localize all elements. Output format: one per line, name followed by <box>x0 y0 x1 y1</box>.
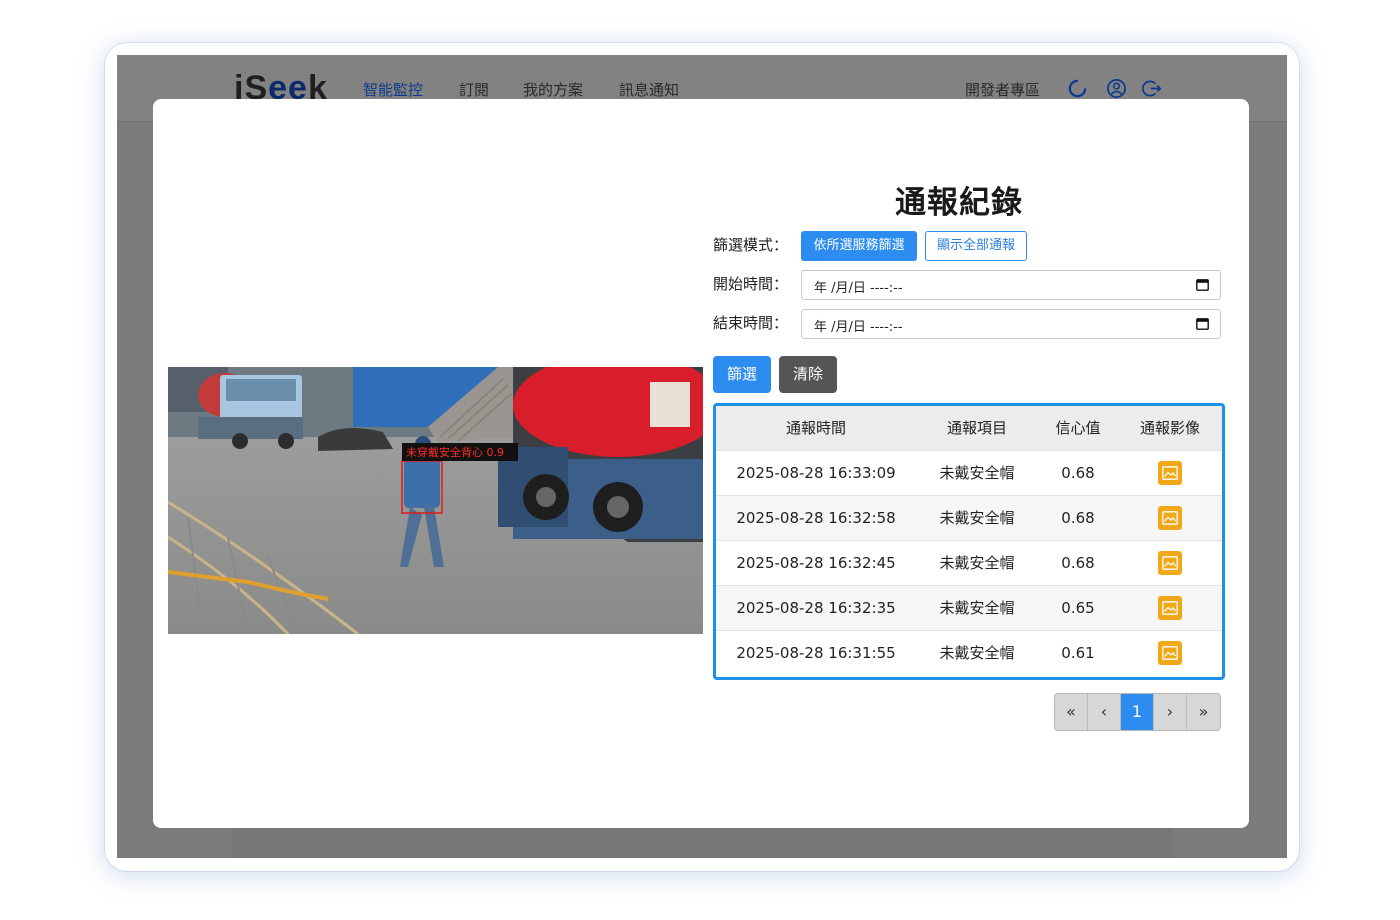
confidence-cell: 0.61 <box>1061 643 1095 662</box>
confidence-cell: 0.68 <box>1061 508 1095 527</box>
table-row: 2025-08-28 16:32:35 未戴安全帽 0.65 <box>716 585 1222 630</box>
user-circle-icon[interactable] <box>1106 78 1127 99</box>
image-icon[interactable] <box>1158 595 1182 620</box>
prev-page-button[interactable]: ‹ <box>1088 694 1121 730</box>
page-1-button[interactable]: 1 <box>1121 694 1154 730</box>
start-time-value: 年 /月/日 ----:-- <box>814 281 903 296</box>
confidence-cell: 0.65 <box>1061 598 1095 617</box>
table-row: 2025-08-28 16:33:09 未戴安全帽 0.68 <box>716 450 1222 495</box>
filter-mode-label: 篩選模式： <box>713 236 789 254</box>
report-table: 通報時間 通報項目 信心值 通報影像 2025-08-28 16:33:09 未… <box>713 403 1225 680</box>
calendar-icon[interactable] <box>1196 278 1209 291</box>
loading-ring-icon[interactable] <box>1067 78 1088 99</box>
image-icon[interactable] <box>1158 640 1182 665</box>
report-log-modal: 未穿戴安全背心 0.9 通報紀錄 篩選模式： 依所選服務篩選 顯示全部通報 開始… <box>153 99 1249 828</box>
report-item-cell: 未戴安全帽 <box>939 554 1015 572</box>
image-icon[interactable] <box>1158 460 1182 485</box>
modal-title: 通報紀錄 <box>895 185 1023 221</box>
detection-label: 未穿戴安全背心 0.9 <box>406 445 504 459</box>
image-icon[interactable] <box>1158 505 1182 530</box>
snapshot-image[interactable]: 未穿戴安全背心 0.9 <box>168 367 703 634</box>
next-page-button[interactable]: › <box>1154 694 1187 730</box>
report-time-cell: 2025-08-28 16:32:45 <box>736 553 896 572</box>
clear-button[interactable]: 清除 <box>779 356 837 393</box>
report-item-cell: 未戴安全帽 <box>939 464 1015 482</box>
confidence-cell: 0.68 <box>1061 463 1095 482</box>
report-time-cell: 2025-08-28 16:33:09 <box>736 463 896 482</box>
table-row: 2025-08-28 16:32:45 未戴安全帽 0.68 <box>716 540 1222 585</box>
table-row: 2025-08-28 16:32:58 未戴安全帽 0.68 <box>716 495 1222 540</box>
calendar-icon[interactable] <box>1196 317 1209 330</box>
header-report-image: 通報影像 <box>1139 419 1200 438</box>
nav-item-notifications[interactable]: 訊息通知 <box>619 79 679 100</box>
confidence-cell: 0.68 <box>1061 553 1095 572</box>
nav-item-my-plan[interactable]: 我的方案 <box>523 79 583 100</box>
logout-icon[interactable] <box>1142 78 1163 99</box>
report-time-cell: 2025-08-28 16:32:35 <box>736 598 896 617</box>
header-report-time: 通報時間 <box>785 419 846 438</box>
start-time-input[interactable]: 年 /月/日 ----:-- <box>801 270 1221 300</box>
pagination: « ‹ 1 › » <box>1054 693 1221 731</box>
show-all-reports-button[interactable]: 顯示全部通報 <box>925 231 1027 261</box>
report-item-cell: 未戴安全帽 <box>939 599 1015 617</box>
end-time-label: 結束時間： <box>713 314 789 332</box>
end-time-input[interactable]: 年 /月/日 ----:-- <box>801 309 1221 339</box>
start-time-label: 開始時間： <box>713 275 789 293</box>
end-time-value: 年 /月/日 ----:-- <box>814 320 903 335</box>
first-page-button[interactable]: « <box>1055 694 1088 730</box>
developer-zone-link[interactable]: 開發者專區 <box>965 79 1040 100</box>
image-icon[interactable] <box>1158 550 1182 575</box>
report-time-cell: 2025-08-28 16:32:58 <box>736 508 896 527</box>
nav-item-subscribe[interactable]: 訂閱 <box>459 79 489 100</box>
filter-button[interactable]: 篩選 <box>713 356 771 393</box>
table-header-row: 通報時間 通報項目 信心值 通報影像 <box>716 406 1222 450</box>
report-item-cell: 未戴安全帽 <box>939 509 1015 527</box>
filter-by-service-button[interactable]: 依所選服務篩選 <box>801 231 917 261</box>
header-confidence: 信心值 <box>1055 419 1101 438</box>
report-time-cell: 2025-08-28 16:31:55 <box>736 643 896 662</box>
table-row: 2025-08-28 16:31:55 未戴安全帽 0.61 <box>716 630 1222 675</box>
report-item-cell: 未戴安全帽 <box>939 644 1015 663</box>
last-page-button[interactable]: » <box>1187 694 1220 730</box>
nav-item-smart-monitoring[interactable]: 智能監控 <box>363 79 423 100</box>
header-report-item: 通報項目 <box>946 419 1007 438</box>
